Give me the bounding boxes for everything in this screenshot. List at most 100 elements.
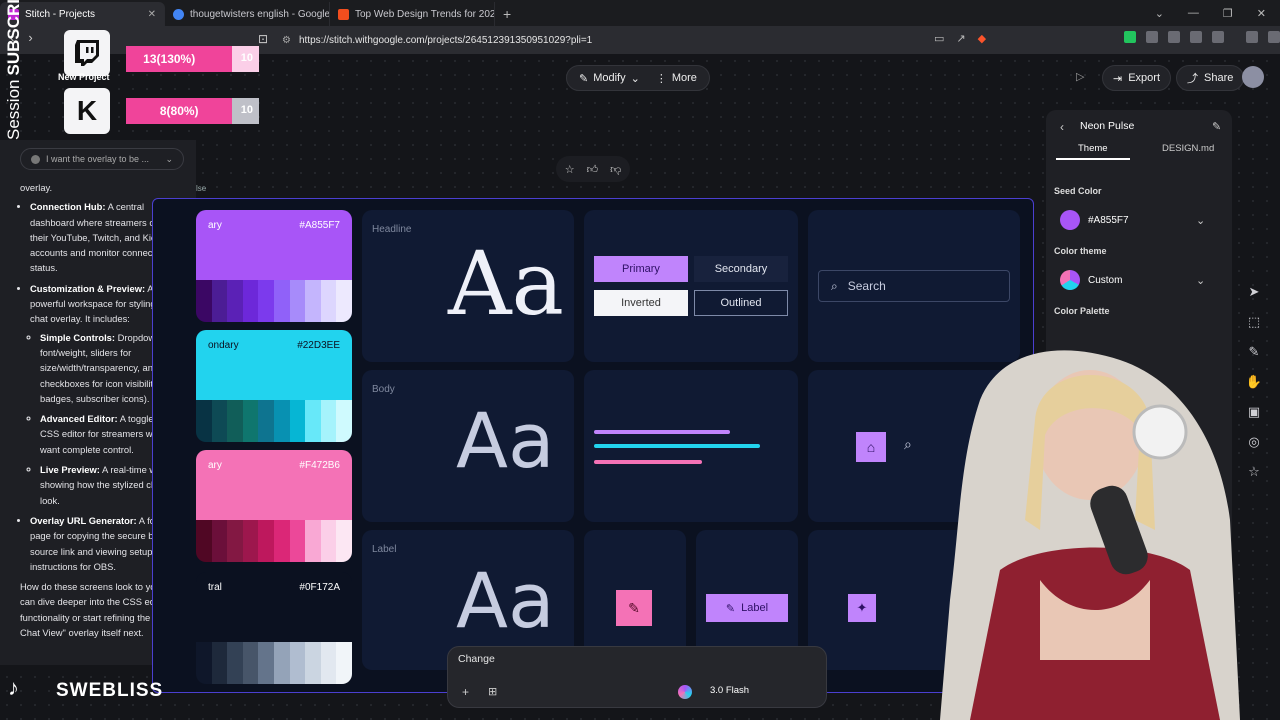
- chevron-down-icon[interactable]: ⌄: [165, 154, 173, 165]
- screen-icon[interactable]: ▭: [934, 32, 944, 45]
- forward-icon[interactable]: ›: [28, 30, 32, 45]
- subscribers-text: SUBSCRIBERS: [4, 0, 23, 76]
- swatch-primary[interactable]: ary #A855F7: [196, 210, 352, 322]
- item-title: Customization & Preview:: [30, 282, 146, 294]
- model-selector[interactable]: 3.0 Flash: [710, 685, 749, 696]
- ramp-step: [273, 642, 290, 684]
- seed-color-value[interactable]: #A855F7: [1088, 215, 1129, 226]
- chevron-down-icon[interactable]: ⌄: [1196, 274, 1205, 287]
- headline-label: Headline: [372, 224, 412, 235]
- close-tab-icon[interactable]: ✕: [148, 9, 156, 20]
- outlined-button[interactable]: Outlined: [694, 290, 788, 316]
- swatch-name: tral: [208, 582, 222, 593]
- item-title: Connection Hub:: [30, 201, 106, 213]
- select-icon[interactable]: ⬚: [1248, 314, 1260, 330]
- attach-icon[interactable]: ⊞: [488, 685, 497, 698]
- thumbs-down-icon[interactable]: 👎︎: [610, 163, 621, 176]
- seed-color-swatch[interactable]: [1060, 210, 1080, 230]
- extension-icon[interactable]: [1146, 31, 1158, 43]
- label-button-text: Label: [741, 602, 769, 614]
- avatar[interactable]: [1242, 66, 1264, 88]
- cursor-icon[interactable]: ➤: [1249, 284, 1260, 300]
- export-label: Export: [1128, 72, 1161, 84]
- body-cell[interactable]: Body Aa: [362, 370, 574, 522]
- tab-stitch[interactable]: Stitch - Projects ✕: [0, 2, 165, 26]
- goal-bar-2: 8(80%) 10: [126, 98, 259, 124]
- ramp-step: [242, 642, 259, 684]
- goal-bar-value: 8(80%): [159, 104, 199, 118]
- palette-icon[interactable]: ◎: [1248, 434, 1259, 450]
- prompt-input[interactable]: Change: [458, 653, 495, 665]
- edit-icon[interactable]: ✎: [616, 590, 652, 626]
- tab-theme[interactable]: Theme: [1078, 143, 1108, 154]
- maximize-icon[interactable]: ❐: [1223, 7, 1233, 20]
- hand-icon[interactable]: ✋: [1246, 374, 1262, 390]
- primary-button[interactable]: Primary: [594, 256, 688, 282]
- image-icon[interactable]: ▣: [1248, 404, 1260, 420]
- headline-cell[interactable]: Headline Aa: [362, 210, 574, 362]
- tiktok-logo-icon: ♪: [8, 675, 19, 700]
- color-palette-label: Color Palette: [1054, 306, 1110, 316]
- google-favicon-icon: [173, 8, 184, 20]
- share-page-icon[interactable]: ↗: [956, 32, 965, 45]
- ramp-step: [258, 280, 274, 322]
- label-sample: Aa: [456, 556, 555, 645]
- chevron-down-icon: ⌄: [630, 72, 640, 85]
- play-icon[interactable]: ▷: [1076, 70, 1084, 83]
- tab-figma[interactable]: Top Web Design Trends for 2026 | Fig ✕: [330, 2, 495, 26]
- home-icon[interactable]: ⌂: [856, 432, 886, 462]
- modify-button[interactable]: ✎ Modify ⌄: [579, 72, 640, 85]
- headphone-icon: [1132, 404, 1188, 460]
- swatch-secondary[interactable]: ondary #22D3EE: [196, 330, 352, 442]
- item-title: Overlay URL Generator:: [30, 514, 137, 526]
- swatch-tertiary[interactable]: ary #F472B6: [196, 450, 352, 562]
- brave-shield-icon[interactable]: ◆: [978, 32, 986, 45]
- star-icon[interactable]: ☆: [1248, 464, 1260, 480]
- theme-swatch[interactable]: [1060, 270, 1080, 290]
- chat-input[interactable]: I want the overlay to be ... ⌄: [20, 148, 184, 170]
- chevron-down-icon[interactable]: ⌄: [1196, 214, 1205, 227]
- close-window-icon[interactable]: ✕: [1257, 7, 1266, 20]
- extension-icon[interactable]: [1212, 31, 1224, 43]
- ramp-step: [196, 400, 212, 442]
- swatch-neutral[interactable]: tral #0F172A: [196, 572, 352, 684]
- thumbs-up-icon[interactable]: 👍︎: [587, 163, 599, 176]
- model-icon[interactable]: [678, 685, 692, 699]
- pencil-icon[interactable]: ✎: [1249, 344, 1260, 360]
- label-button[interactable]: ✎ Label: [706, 594, 788, 622]
- new-tab-button[interactable]: +: [495, 2, 519, 26]
- ramp-step: [273, 280, 290, 322]
- ramp-step: [258, 520, 274, 562]
- ramp-step: [258, 400, 274, 442]
- search-input[interactable]: ⌕ Search: [818, 270, 1010, 302]
- more-button[interactable]: ⋮ More: [656, 72, 697, 85]
- extension-icon[interactable]: [1190, 31, 1202, 43]
- magic-wand-icon[interactable]: ✦: [848, 594, 876, 622]
- export-button[interactable]: ⇥ Export: [1102, 65, 1172, 91]
- search-icon[interactable]: ⌕: [904, 436, 912, 453]
- tab-google[interactable]: thougetwisters english - Google Search ✕: [165, 2, 330, 26]
- color-theme-value[interactable]: Custom: [1088, 275, 1122, 286]
- site-info-icon[interactable]: ⚙: [282, 35, 291, 46]
- minimize-icon[interactable]: —: [1188, 7, 1199, 19]
- star-icon[interactable]: ☆: [565, 163, 575, 176]
- inverted-button[interactable]: Inverted: [594, 290, 688, 316]
- add-icon[interactable]: +: [462, 685, 469, 699]
- swatch-ramp: [196, 642, 352, 684]
- modify-label: Modify: [593, 72, 626, 84]
- chevron-down-icon[interactable]: ⌄: [1155, 7, 1164, 20]
- share-button[interactable]: ⤴ Share: [1176, 65, 1245, 91]
- bookmark-icon[interactable]: ⊡: [258, 32, 268, 46]
- sidebar-toggle-icon[interactable]: [1246, 31, 1258, 43]
- extension-icon[interactable]: [1168, 31, 1180, 43]
- edit-icon[interactable]: ✎: [1212, 120, 1221, 133]
- back-icon[interactable]: ‹: [1060, 120, 1064, 134]
- extension-icon[interactable]: [1124, 31, 1136, 43]
- url-field[interactable]: ⚙ https://stitch.withgoogle.com/projects…: [282, 30, 922, 50]
- pink-bar: [594, 460, 702, 464]
- panel-title: Neon Pulse: [1080, 120, 1135, 132]
- tab-design-md[interactable]: DESIGN.md: [1162, 143, 1214, 154]
- wallet-icon[interactable]: [1268, 31, 1280, 43]
- secondary-button[interactable]: Secondary: [694, 256, 788, 282]
- more-vert-icon: ⋮: [655, 72, 667, 85]
